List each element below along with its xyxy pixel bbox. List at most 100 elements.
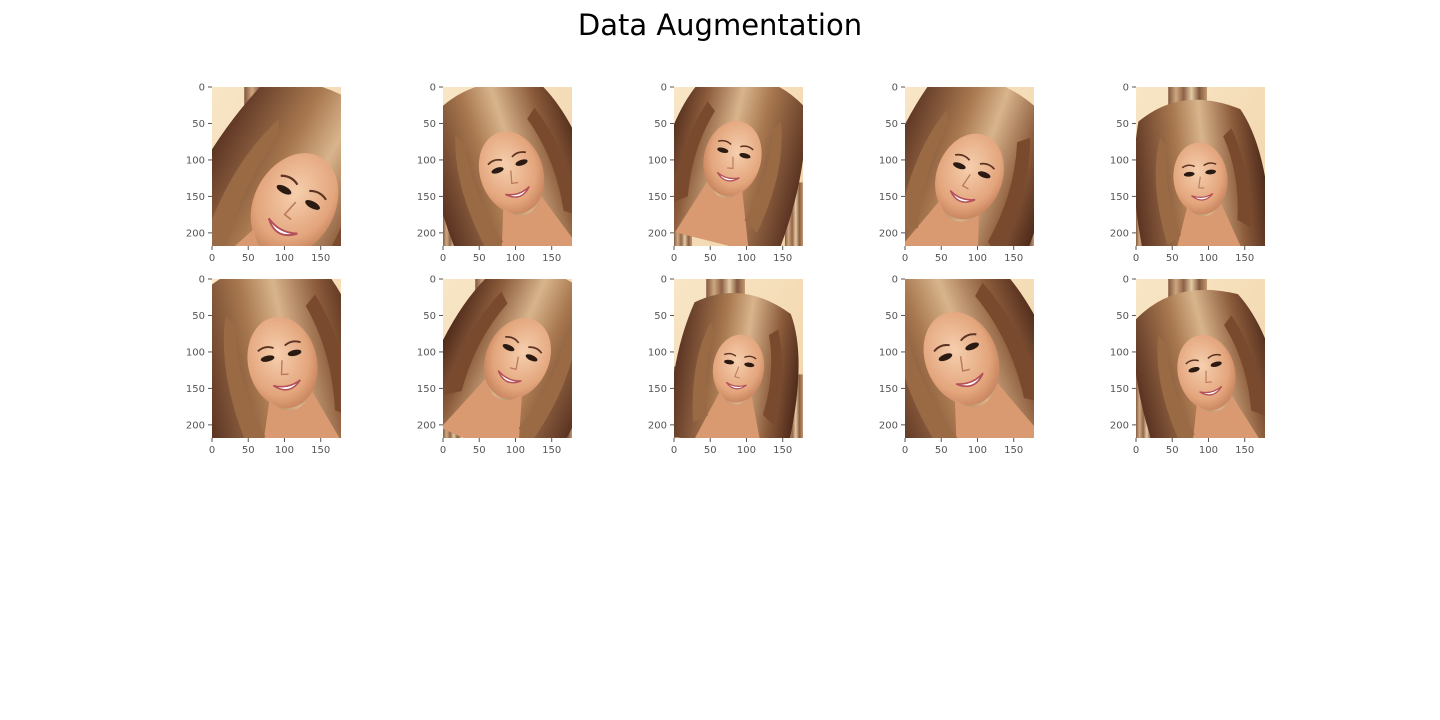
y-tick-label: 200 [648, 420, 667, 431]
x-tick-label: 50 [935, 445, 948, 456]
y-tick-label: 100 [1110, 155, 1129, 166]
x-tick-label: 0 [440, 445, 446, 456]
y-tick-label: 0 [661, 83, 667, 94]
y-tick-label: 100 [417, 155, 436, 166]
y-tick-label: 200 [1110, 420, 1129, 431]
x-tick-label: 100 [1199, 253, 1218, 264]
x-tick-label: 50 [473, 253, 486, 264]
x-tick-label: 150 [773, 253, 792, 264]
x-tick-label: 150 [542, 445, 561, 456]
y-tick-label: 100 [417, 347, 436, 358]
x-tick-label: 50 [704, 445, 717, 456]
y-tick-label: 0 [199, 83, 205, 94]
x-tick-label: 0 [902, 253, 908, 264]
y-tick-label: 200 [648, 228, 667, 239]
y-tick-label: 50 [423, 119, 436, 130]
x-tick-label: 50 [704, 253, 717, 264]
y-tick-label: 150 [417, 192, 436, 203]
x-tick-label: 100 [968, 253, 987, 264]
y-tick-label: 50 [192, 119, 205, 130]
y-tick-label: 200 [417, 420, 436, 431]
x-tick-label: 50 [473, 445, 486, 456]
x-tick-label: 0 [902, 445, 908, 456]
x-tick-label: 0 [671, 445, 677, 456]
y-tick-label: 150 [1110, 384, 1129, 395]
y-tick-label: 150 [186, 384, 205, 395]
y-tick-label: 100 [186, 347, 205, 358]
x-tick-label: 100 [275, 445, 294, 456]
y-tick-label: 200 [879, 228, 898, 239]
augmented-image-panel: 0 50 100 150 200 0 50 100 150 [417, 83, 572, 264]
x-tick-label: 100 [968, 445, 987, 456]
y-tick-label: 0 [892, 275, 898, 286]
x-tick-label: 150 [1004, 445, 1023, 456]
y-tick-label: 150 [417, 384, 436, 395]
x-tick-label: 100 [506, 445, 525, 456]
augmented-image-panel: 0 50 100 150 200 0 50 100 150 [879, 83, 1034, 264]
y-tick-label: 0 [430, 275, 436, 286]
x-tick-label: 0 [440, 253, 446, 264]
x-tick-label: 0 [209, 445, 215, 456]
y-tick-label: 50 [885, 119, 898, 130]
y-tick-label: 100 [186, 155, 205, 166]
x-tick-label: 50 [935, 253, 948, 264]
x-tick-label: 100 [737, 445, 756, 456]
x-tick-label: 150 [311, 445, 330, 456]
y-tick-label: 100 [879, 155, 898, 166]
y-tick-label: 200 [1110, 228, 1129, 239]
y-tick-label: 0 [1123, 83, 1129, 94]
y-tick-label: 100 [648, 347, 667, 358]
y-tick-label: 150 [648, 384, 667, 395]
x-tick-label: 150 [1004, 253, 1023, 264]
augmented-image-panel: 0 50 100 150 200 0 50 100 150 [648, 275, 803, 456]
x-tick-label: 0 [1133, 253, 1139, 264]
x-tick-label: 50 [1166, 445, 1179, 456]
x-tick-label: 0 [209, 253, 215, 264]
y-tick-label: 150 [1110, 192, 1129, 203]
x-tick-label: 50 [1166, 253, 1179, 264]
augmented-image-panel: 0 50 100 150 200 0 50 100 150 [648, 83, 803, 264]
y-tick-label: 50 [885, 311, 898, 322]
y-tick-label: 50 [654, 311, 667, 322]
x-tick-label: 150 [542, 253, 561, 264]
y-tick-label: 0 [892, 83, 898, 94]
y-tick-label: 200 [186, 228, 205, 239]
y-tick-label: 150 [879, 192, 898, 203]
x-tick-label: 100 [1199, 445, 1218, 456]
y-tick-label: 50 [423, 311, 436, 322]
augmented-image-panel: 0 50 100 150 200 0 50 100 150 [879, 275, 1034, 456]
y-tick-label: 100 [1110, 347, 1129, 358]
y-tick-label: 100 [648, 155, 667, 166]
y-tick-label: 0 [661, 275, 667, 286]
x-tick-label: 0 [671, 253, 677, 264]
x-tick-label: 100 [506, 253, 525, 264]
y-tick-label: 150 [186, 192, 205, 203]
x-tick-label: 50 [242, 253, 255, 264]
y-tick-label: 200 [186, 420, 205, 431]
y-tick-label: 150 [879, 384, 898, 395]
face-image [443, 279, 572, 438]
x-tick-label: 150 [311, 253, 330, 264]
augmented-image-panel: 0 50 100 150 200 0 50 100 150 [186, 275, 341, 456]
y-tick-label: 0 [1123, 275, 1129, 286]
y-tick-label: 50 [1116, 311, 1129, 322]
x-tick-label: 100 [275, 253, 294, 264]
y-tick-label: 0 [430, 83, 436, 94]
y-tick-label: 150 [648, 192, 667, 203]
y-tick-label: 50 [1116, 119, 1129, 130]
y-tick-label: 0 [199, 275, 205, 286]
figure-canvas: 0 50 100 150 200 0 50 100 150 0 50 100 150 200 0 50 100 1… [186, 83, 1265, 456]
x-tick-label: 0 [1133, 445, 1139, 456]
face-image [1136, 87, 1265, 246]
x-tick-label: 100 [737, 253, 756, 264]
augmented-image-panel: 0 50 100 150 200 0 50 100 150 [1110, 275, 1265, 456]
y-tick-label: 200 [417, 228, 436, 239]
augmented-image-panel: 0 50 100 150 200 0 50 100 150 [1110, 83, 1265, 264]
face-image [1136, 279, 1265, 438]
x-tick-label: 150 [1235, 445, 1254, 456]
face-image [674, 279, 803, 438]
x-tick-label: 150 [773, 445, 792, 456]
x-tick-label: 150 [1235, 253, 1254, 264]
face-image [905, 279, 1034, 438]
y-tick-label: 50 [654, 119, 667, 130]
